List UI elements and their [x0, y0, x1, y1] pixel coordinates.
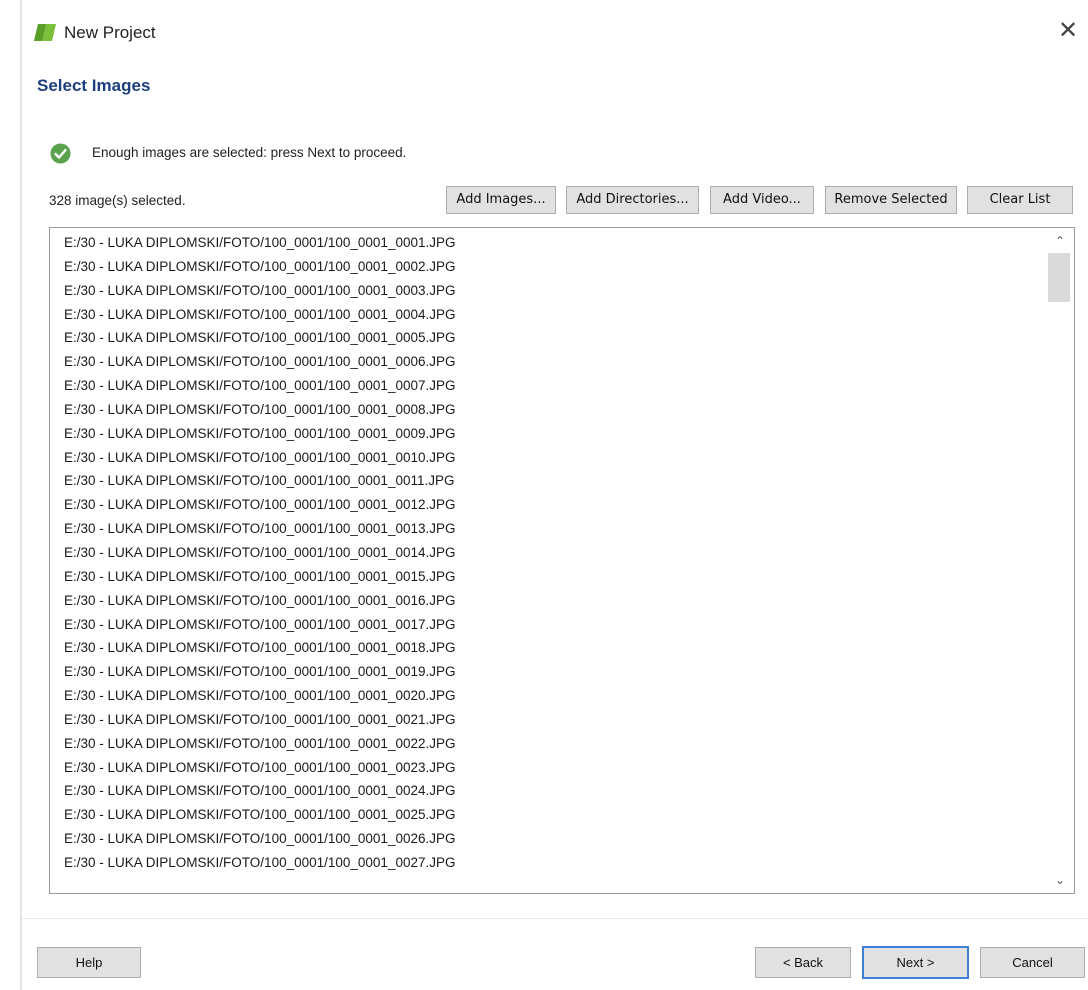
help-button[interactable]: Help: [37, 947, 141, 978]
cancel-button[interactable]: Cancel: [980, 947, 1085, 978]
file-list-items: E:/30 - LUKA DIPLOMSKI/FOTO/100_0001/100…: [50, 231, 1045, 875]
list-item[interactable]: E:/30 - LUKA DIPLOMSKI/FOTO/100_0001/100…: [50, 589, 1045, 613]
list-item[interactable]: E:/30 - LUKA DIPLOMSKI/FOTO/100_0001/100…: [50, 613, 1045, 637]
image-file-list[interactable]: E:/30 - LUKA DIPLOMSKI/FOTO/100_0001/100…: [49, 227, 1075, 894]
title-bar: New Project ✕: [30, 14, 1080, 54]
add-directories-button[interactable]: Add Directories...: [566, 186, 699, 214]
list-item[interactable]: E:/30 - LUKA DIPLOMSKI/FOTO/100_0001/100…: [50, 493, 1045, 517]
list-item[interactable]: E:/30 - LUKA DIPLOMSKI/FOTO/100_0001/100…: [50, 350, 1045, 374]
app-logo-icon: [34, 24, 56, 41]
scrollbar-thumb[interactable]: [1048, 253, 1070, 302]
list-item[interactable]: E:/30 - LUKA DIPLOMSKI/FOTO/100_0001/100…: [50, 279, 1045, 303]
list-item[interactable]: E:/30 - LUKA DIPLOMSKI/FOTO/100_0001/100…: [50, 255, 1045, 279]
add-video-button[interactable]: Add Video...: [710, 186, 814, 214]
selected-count-label: 328 image(s) selected.: [49, 193, 186, 208]
scroll-down-arrow-icon[interactable]: ⌄: [1046, 871, 1074, 889]
add-images-button[interactable]: Add Images...: [446, 186, 556, 214]
list-item[interactable]: E:/30 - LUKA DIPLOMSKI/FOTO/100_0001/100…: [50, 779, 1045, 803]
list-item[interactable]: E:/30 - LUKA DIPLOMSKI/FOTO/100_0001/100…: [50, 636, 1045, 660]
new-project-dialog: New Project ✕ Select Images Enough image…: [0, 0, 1088, 990]
list-item[interactable]: E:/30 - LUKA DIPLOMSKI/FOTO/100_0001/100…: [50, 231, 1045, 255]
list-item[interactable]: E:/30 - LUKA DIPLOMSKI/FOTO/100_0001/100…: [50, 374, 1045, 398]
vertical-scrollbar[interactable]: ⌃ ⌄: [1046, 228, 1074, 893]
window-title: New Project: [64, 23, 156, 42]
list-item[interactable]: E:/30 - LUKA DIPLOMSKI/FOTO/100_0001/100…: [50, 708, 1045, 732]
close-icon[interactable]: ✕: [1056, 19, 1080, 44]
list-item[interactable]: E:/30 - LUKA DIPLOMSKI/FOTO/100_0001/100…: [50, 756, 1045, 780]
back-button[interactable]: < Back: [755, 947, 851, 978]
status-text: Enough images are selected: press Next t…: [92, 145, 407, 160]
list-item[interactable]: E:/30 - LUKA DIPLOMSKI/FOTO/100_0001/100…: [50, 303, 1045, 327]
window-left-edge: [20, 0, 22, 990]
list-item[interactable]: E:/30 - LUKA DIPLOMSKI/FOTO/100_0001/100…: [50, 660, 1045, 684]
list-item[interactable]: E:/30 - LUKA DIPLOMSKI/FOTO/100_0001/100…: [50, 469, 1045, 493]
list-item[interactable]: E:/30 - LUKA DIPLOMSKI/FOTO/100_0001/100…: [50, 517, 1045, 541]
list-item[interactable]: E:/30 - LUKA DIPLOMSKI/FOTO/100_0001/100…: [50, 422, 1045, 446]
list-item[interactable]: E:/30 - LUKA DIPLOMSKI/FOTO/100_0001/100…: [50, 446, 1045, 470]
page-heading: Select Images: [37, 76, 151, 95]
remove-selected-button[interactable]: Remove Selected: [825, 186, 957, 214]
scroll-up-arrow-icon[interactable]: ⌃: [1046, 232, 1074, 250]
list-item[interactable]: E:/30 - LUKA DIPLOMSKI/FOTO/100_0001/100…: [50, 803, 1045, 827]
list-item[interactable]: E:/30 - LUKA DIPLOMSKI/FOTO/100_0001/100…: [50, 326, 1045, 350]
list-item[interactable]: E:/30 - LUKA DIPLOMSKI/FOTO/100_0001/100…: [50, 565, 1045, 589]
list-item[interactable]: E:/30 - LUKA DIPLOMSKI/FOTO/100_0001/100…: [50, 541, 1045, 565]
clear-list-button[interactable]: Clear List: [967, 186, 1073, 214]
list-item[interactable]: E:/30 - LUKA DIPLOMSKI/FOTO/100_0001/100…: [50, 851, 1045, 875]
list-item[interactable]: E:/30 - LUKA DIPLOMSKI/FOTO/100_0001/100…: [50, 732, 1045, 756]
check-circle-icon: [50, 143, 71, 164]
list-item[interactable]: E:/30 - LUKA DIPLOMSKI/FOTO/100_0001/100…: [50, 827, 1045, 851]
next-button[interactable]: Next >: [862, 946, 969, 979]
footer-separator: [22, 918, 1088, 919]
list-item[interactable]: E:/30 - LUKA DIPLOMSKI/FOTO/100_0001/100…: [50, 684, 1045, 708]
list-item[interactable]: E:/30 - LUKA DIPLOMSKI/FOTO/100_0001/100…: [50, 398, 1045, 422]
